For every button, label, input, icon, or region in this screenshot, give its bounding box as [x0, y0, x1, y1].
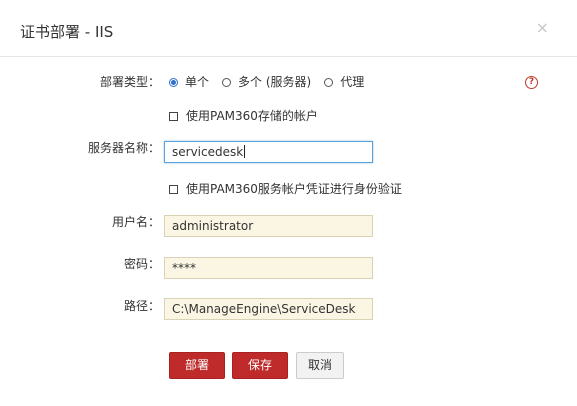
- password-input[interactable]: ****: [164, 257, 373, 279]
- password-label: 密码：: [123, 257, 160, 271]
- use-pam-account-checkbox[interactable]: [169, 111, 178, 121]
- use-pam-service-account-checkbox[interactable]: [169, 184, 178, 194]
- radio-option-multiple[interactable]: 多个 (服务器): [222, 74, 311, 90]
- dialog-title: 证书部署 - IIS: [20, 23, 114, 41]
- username-label: 用户名：: [111, 215, 160, 229]
- use-pam-service-account-label: 使用PAM360服务帐户凭证进行身份验证: [186, 182, 402, 196]
- server-name-label: 服务器名称：: [87, 141, 160, 155]
- deploy-button[interactable]: 部署: [169, 352, 225, 379]
- path-label: 路径：: [123, 299, 160, 313]
- radio-single-label: 单个: [185, 75, 210, 89]
- use-pam-service-account-option[interactable]: 使用PAM360服务帐户凭证进行身份验证: [169, 181, 402, 197]
- radio-option-single[interactable]: 单个: [169, 74, 209, 90]
- save-button[interactable]: 保存: [232, 352, 288, 379]
- radio-multiple[interactable]: [222, 77, 232, 87]
- radio-option-proxy[interactable]: 代理: [324, 74, 364, 90]
- deploy-type-label: 部署类型：: [99, 75, 160, 89]
- radio-proxy[interactable]: [324, 77, 334, 87]
- use-pam-account-option[interactable]: 使用PAM360存储的帐户: [169, 108, 318, 124]
- radio-multiple-label: 多个 (服务器): [238, 75, 312, 89]
- server-name-value: servicedesk: [172, 145, 244, 159]
- use-pam-account-label: 使用PAM360存储的帐户: [186, 109, 318, 123]
- close-icon[interactable]: ×: [536, 19, 549, 37]
- path-input[interactable]: C:\ManageEngine\ServiceDesk: [164, 298, 373, 320]
- certificate-deploy-dialog: 证书部署 - IIS × 部署类型： 单个 多个 (服务器) 代理 ? 使用PA…: [0, 0, 577, 406]
- text-caret: [244, 145, 246, 158]
- cancel-button[interactable]: 取消: [296, 352, 344, 379]
- dialog-header: 证书部署 - IIS ×: [0, 0, 577, 57]
- radio-single[interactable]: [169, 77, 178, 87]
- deploy-type-radio-group: 单个 多个 (服务器) 代理: [169, 74, 374, 90]
- help-icon[interactable]: ?: [525, 76, 538, 89]
- username-input[interactable]: administrator: [164, 215, 373, 237]
- server-name-input[interactable]: servicedesk: [164, 141, 373, 163]
- radio-proxy-label: 代理: [340, 75, 365, 89]
